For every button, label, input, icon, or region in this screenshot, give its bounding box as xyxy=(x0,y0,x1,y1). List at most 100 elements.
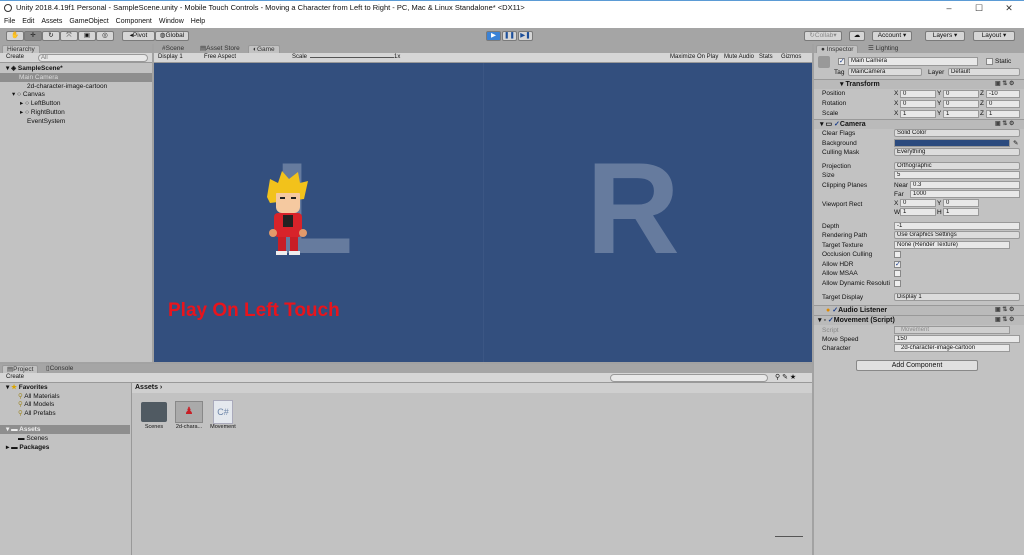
step-button[interactable]: ▶❚ xyxy=(518,31,533,41)
menu-component[interactable]: Component xyxy=(116,18,152,25)
clear-flags-dropdown[interactable]: Solid Color xyxy=(894,129,1020,137)
rotation-x-input[interactable]: 0 xyxy=(900,100,936,108)
menu-window[interactable]: Window xyxy=(159,18,184,25)
project-splitter[interactable] xyxy=(131,383,132,555)
asset-character[interactable]: ♟ 2d-chara... xyxy=(172,400,206,430)
aspect-dropdown[interactable]: Free Aspect xyxy=(204,53,236,62)
mute-audio-toggle[interactable]: Mute Audio xyxy=(724,53,754,62)
viewport-y-input[interactable]: 0 xyxy=(943,199,979,207)
rendering-path-dropdown[interactable]: Use Graphics Settings xyxy=(894,231,1020,239)
hierarchy-item[interactable]: ▾ ○ Canvas xyxy=(0,90,152,99)
viewport-x-input[interactable]: 0 xyxy=(900,199,936,207)
rotation-z-input[interactable]: 0 xyxy=(986,100,1020,108)
viewport-h-input[interactable]: 1 xyxy=(943,208,979,216)
rotate-tool-icon[interactable]: ↻ xyxy=(42,31,60,41)
tab-lighting[interactable]: ☰ Lighting xyxy=(864,45,902,53)
menu-file[interactable]: File xyxy=(4,18,15,25)
move-speed-input[interactable]: 150 xyxy=(894,335,1020,343)
project-create-button[interactable]: Create xyxy=(6,374,24,380)
occlusion-culling-checkbox[interactable] xyxy=(894,251,901,258)
culling-mask-dropdown[interactable]: Everything xyxy=(894,148,1020,156)
layout-dropdown[interactable]: Layout ▾ xyxy=(973,31,1015,41)
pivot-toggle[interactable]: ◂Pivot xyxy=(122,31,155,41)
rect-tool-icon[interactable]: ▣ xyxy=(78,31,96,41)
hierarchy-item[interactable]: Main Camera xyxy=(0,73,152,82)
menu-help[interactable]: Help xyxy=(191,18,205,25)
active-checkbox[interactable]: ✓ xyxy=(838,58,845,65)
right-button-letter[interactable]: R xyxy=(586,143,680,273)
tab-console[interactable]: ▯Console xyxy=(42,365,77,373)
account-dropdown[interactable]: Account ▾ xyxy=(872,31,912,41)
breadcrumb-assets[interactable]: Assets xyxy=(135,384,158,391)
collab-button[interactable]: ↻Collab▾ xyxy=(804,31,842,41)
rotation-y-input[interactable]: 0 xyxy=(943,100,979,108)
fav-item[interactable]: ⚲ All Models xyxy=(0,400,130,409)
transform-header[interactable]: ▾ Transform ▣ ⇅ ⚙ xyxy=(814,79,1024,89)
allow-msaa-checkbox[interactable] xyxy=(894,270,901,277)
projection-dropdown[interactable]: Orthographic xyxy=(894,162,1020,170)
allow-dynamic-resolution-checkbox[interactable] xyxy=(894,280,901,287)
layers-dropdown[interactable]: Layers ▾ xyxy=(925,31,965,41)
scene-root[interactable]: ▾ ◈ SampleScene* xyxy=(0,64,152,73)
scale-z-input[interactable]: 1 xyxy=(986,110,1020,118)
project-search-input[interactable] xyxy=(610,374,768,382)
menu-edit[interactable]: Edit xyxy=(22,18,34,25)
maximize-on-play-toggle[interactable]: Maximize On Play xyxy=(670,53,718,62)
close-button[interactable]: ✕ xyxy=(994,1,1024,16)
camera-header[interactable]: ▾ ▭ ✓Camera ▣ ⇅ ⚙ xyxy=(814,119,1024,129)
maximize-button[interactable]: ☐ xyxy=(964,1,994,16)
depth-input[interactable]: -1 xyxy=(894,222,1020,230)
tab-scene[interactable]: #Scene xyxy=(158,45,188,53)
movement-header[interactable]: ▾ ▫ ✓Movement (Script) ▣ ⇅ ⚙ xyxy=(814,315,1024,325)
assets-folder[interactable]: ▾ ▬ Assets xyxy=(0,425,130,434)
tab-project[interactable]: ▤Project xyxy=(2,365,39,373)
position-y-input[interactable]: 0 xyxy=(943,90,979,98)
move-tool-icon[interactable]: ✛ xyxy=(24,31,42,41)
character-field[interactable]: 2d-character-image-cartoon xyxy=(894,344,1010,352)
menu-gameobject[interactable]: GameObject xyxy=(69,18,108,25)
component-icons[interactable]: ▣ ⇅ ⚙ xyxy=(995,120,1021,129)
scale-x-input[interactable]: 1 xyxy=(900,110,936,118)
hierarchy-search-input[interactable] xyxy=(38,54,148,62)
scenes-folder[interactable]: ▬ Scenes xyxy=(0,434,130,443)
component-icons[interactable]: ▣ ⇅ ⚙ xyxy=(995,80,1021,89)
game-viewport[interactable]: L R Play On Left Touch xyxy=(154,63,812,362)
near-input[interactable]: 0.3 xyxy=(910,181,1020,189)
hierarchy-item[interactable]: ▸ ○ RightButton xyxy=(0,108,152,117)
viewport-w-input[interactable]: 1 xyxy=(900,208,936,216)
scale-y-input[interactable]: 1 xyxy=(943,110,979,118)
position-x-input[interactable]: 0 xyxy=(900,90,936,98)
minimize-button[interactable]: – xyxy=(934,1,964,16)
audio-listener-header[interactable]: ● ✓Audio Listener ▣ ⇅ ⚙ xyxy=(814,305,1024,315)
layer-dropdown[interactable]: Default xyxy=(948,68,1020,76)
allow-hdr-checkbox[interactable]: ✓ xyxy=(894,261,901,268)
filter-icons[interactable]: ⚲ ✎ ★ xyxy=(775,373,796,382)
tab-inspector[interactable]: ● Inspector xyxy=(816,45,859,53)
tab-game[interactable]: ◐Game xyxy=(248,45,280,53)
stats-toggle[interactable]: Stats xyxy=(759,53,773,62)
component-icons[interactable]: ▣ ⇅ ⚙ xyxy=(995,306,1021,315)
scale-tool-icon[interactable]: ⤧ xyxy=(60,31,78,41)
packages-folder[interactable]: ▸ ▬ Packages xyxy=(0,443,130,452)
icon-size-slider[interactable] xyxy=(775,536,803,537)
favorites-item[interactable]: ▾ ★ Favorites xyxy=(0,383,130,392)
far-input[interactable]: 1000 xyxy=(910,190,1020,198)
pause-button[interactable]: ❚❚ xyxy=(502,31,517,41)
asset-movement[interactable]: C# Movement xyxy=(209,400,237,430)
static-checkbox[interactable] xyxy=(986,58,993,65)
add-component-button[interactable]: Add Component xyxy=(856,360,978,371)
hand-tool-icon[interactable]: ✋ xyxy=(6,31,24,41)
component-icons[interactable]: ▣ ⇅ ⚙ xyxy=(995,316,1021,325)
play-button[interactable]: ▶ xyxy=(486,31,501,41)
display-dropdown[interactable]: Display 1 xyxy=(158,53,183,62)
global-toggle[interactable]: ◍Global xyxy=(155,31,189,41)
tag-dropdown[interactable]: MainCamera xyxy=(848,68,922,76)
hierarchy-create-button[interactable]: Create xyxy=(6,54,24,60)
eyedropper-icon[interactable]: ✎ xyxy=(1013,139,1018,147)
fav-item[interactable]: ⚲ All Prefabs xyxy=(0,409,130,418)
cloud-icon[interactable]: ☁ xyxy=(849,31,865,41)
object-name-field[interactable]: Main Camera xyxy=(848,57,978,66)
hierarchy-item[interactable]: EventSystem xyxy=(0,117,152,126)
tab-asset-store[interactable]: ▤Asset Store xyxy=(196,45,244,53)
gizmos-dropdown[interactable]: Gizmos xyxy=(781,53,801,62)
